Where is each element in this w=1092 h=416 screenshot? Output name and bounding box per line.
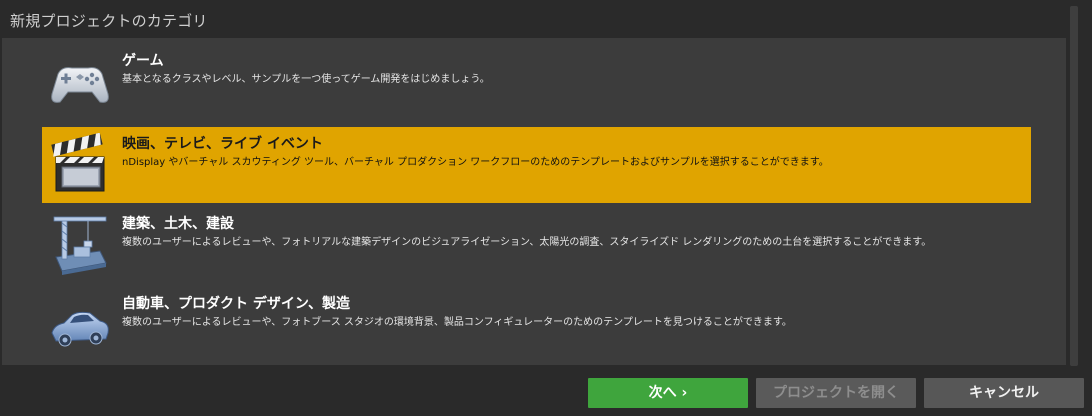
category-description: 複数のユーザーによるレビューや、フォトブース スタジオの環境背景、製品コンフィギ… — [122, 317, 792, 328]
category-title: 建築、土木、建設 — [122, 216, 234, 232]
category-title: 自動車、プロダクト デザイン、製造 — [122, 296, 351, 312]
category-architecture[interactable]: 建築、土木、建設 複数のユーザーによるレビューや、フォトリアルな建築デザインのビ… — [42, 207, 1031, 283]
scrollbar-thumb[interactable] — [1070, 6, 1078, 366]
gamepad-icon — [51, 67, 109, 103]
car-icon — [51, 311, 109, 347]
category-title: ゲーム — [122, 53, 164, 69]
open-project-button[interactable]: プロジェクトを開く — [756, 378, 916, 408]
category-film-tv-live-events[interactable]: 映画、テレビ、ライブ イベント nDisplay やバーチャル スカウティング … — [42, 127, 1031, 203]
category-game[interactable]: ゲーム 基本となるクラスやレベル、サンプルを一つ使ってゲーム開発をはじめましょう… — [42, 44, 1031, 120]
crane-icon — [53, 216, 107, 275]
category-automotive[interactable]: 自動車、プロダクト デザイン、製造 複数のユーザーによるレビューや、フォトブース… — [42, 287, 1031, 363]
clapperboard-icon — [51, 133, 105, 192]
category-description: nDisplay やバーチャル スカウティング ツール、バーチャル プロダクショ… — [122, 157, 829, 168]
page-title: 新規プロジェクトのカテゴリ — [10, 12, 208, 30]
next-button[interactable]: 次へ › — [588, 378, 748, 408]
category-title: 映画、テレビ、ライブ イベント — [122, 136, 323, 152]
new-project-window: 新規プロジェクトのカテゴリ ゲーム 基本となるクラスやレベル、サンプルを一つ使っ… — [0, 0, 1092, 416]
cancel-button[interactable]: キャンセル — [924, 378, 1084, 408]
category-description: 複数のユーザーによるレビューや、フォトリアルな建築デザインのビジュアライゼーショ… — [122, 237, 932, 248]
scrollbar[interactable] — [1070, 6, 1078, 366]
category-list: ゲーム 基本となるクラスやレベル、サンプルを一つ使ってゲーム開発をはじめましょう… — [2, 38, 1066, 365]
category-description: 基本となるクラスやレベル、サンプルを一つ使ってゲーム開発をはじめましょう。 — [122, 74, 490, 85]
